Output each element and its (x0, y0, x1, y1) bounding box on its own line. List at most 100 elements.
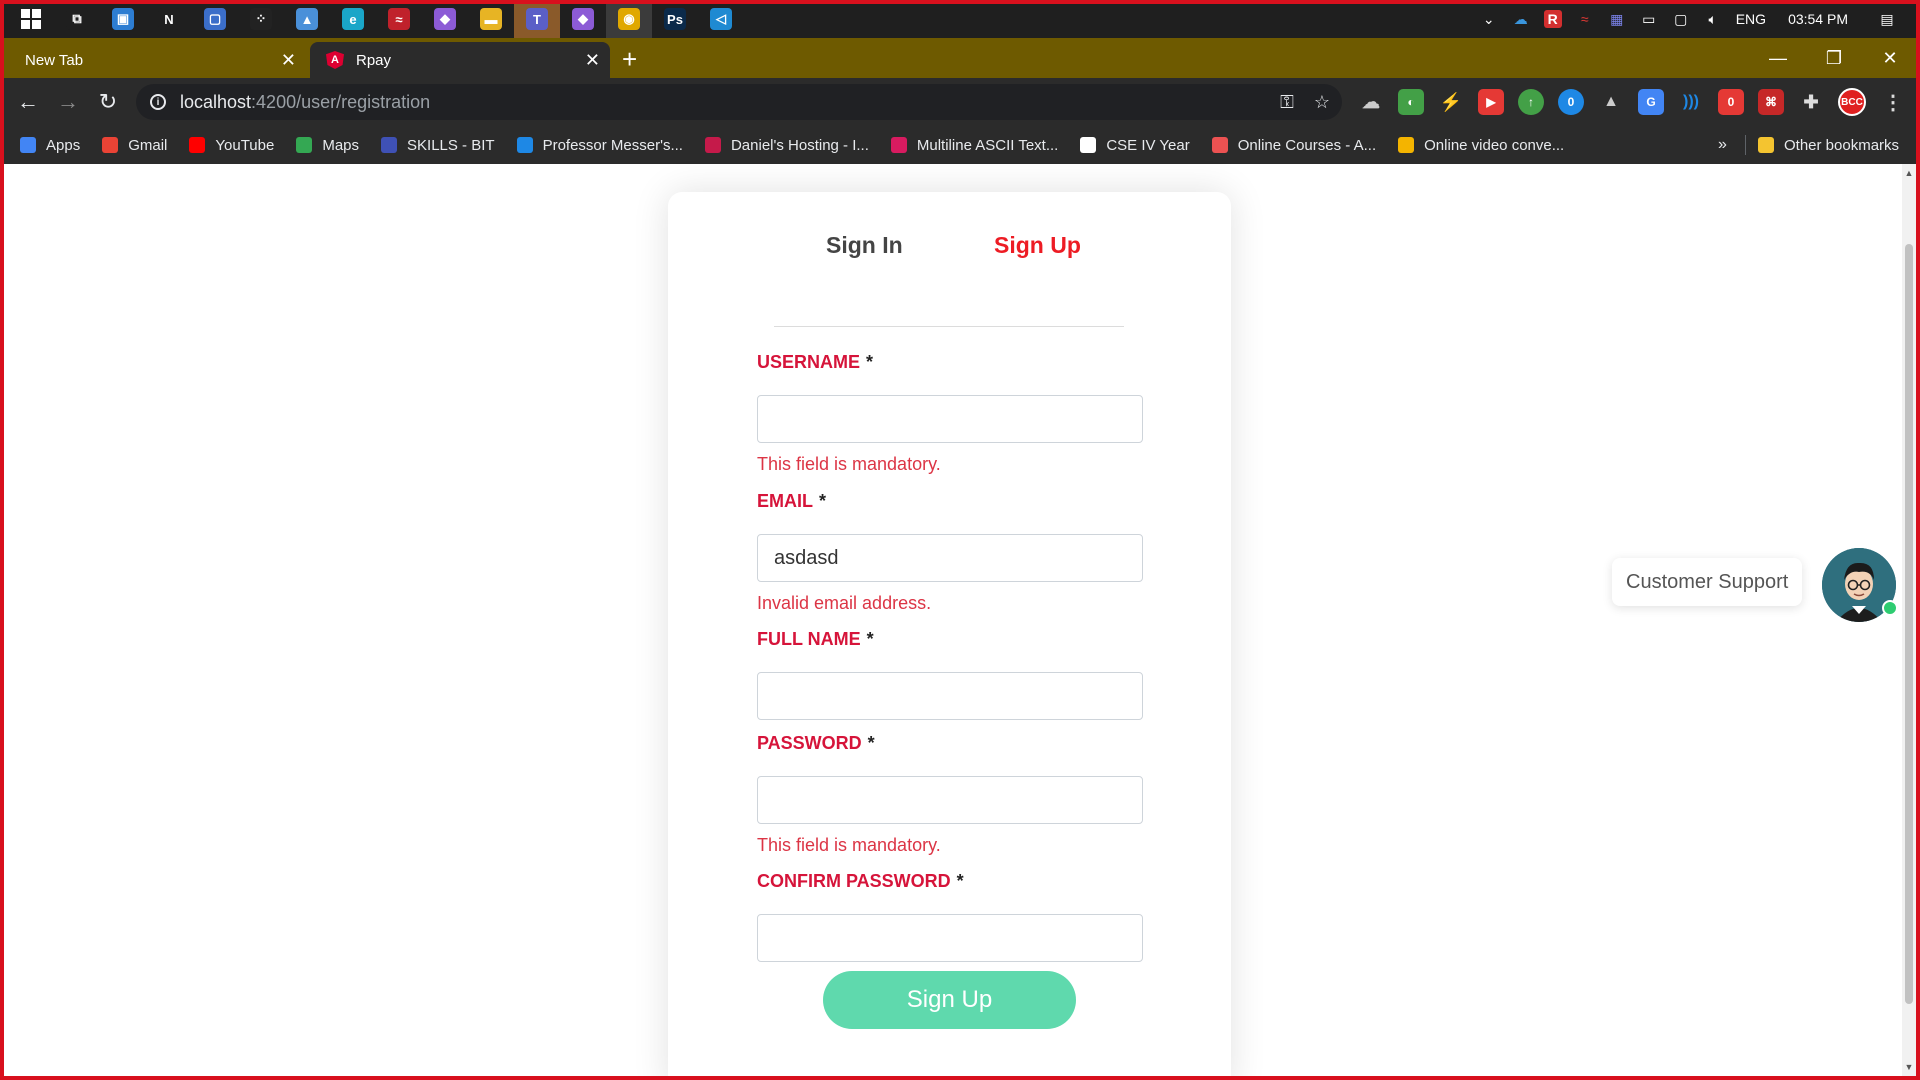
confirm-password-field: CONFIRM PASSWORD * (757, 871, 1143, 962)
menu-dots-icon[interactable]: ⋮ (1880, 89, 1906, 115)
back-button[interactable]: ← (8, 82, 48, 122)
more-bookmarks-button[interactable]: » (1718, 126, 1727, 164)
tab-sign-up[interactable]: Sign Up (994, 232, 1081, 259)
puzzle-icon[interactable]: ✚ (1798, 89, 1824, 115)
scroll-thumb[interactable] (1905, 244, 1913, 1004)
minimize-button[interactable]: — (1758, 38, 1798, 78)
taskbar-app[interactable]: ◆ (560, 0, 606, 38)
start-button[interactable] (8, 0, 54, 38)
app-red-tray-icon[interactable]: ≈ (1576, 10, 1594, 28)
star-icon[interactable]: ☆ (1314, 92, 1330, 113)
bolt-ext-icon[interactable]: ⚡ (1438, 89, 1464, 115)
battery-icon[interactable]: ▭ (1640, 10, 1658, 28)
close-icon[interactable]: ✕ (281, 50, 296, 71)
tab-new-tab[interactable]: New Tab ✕ (6, 42, 306, 78)
angular-icon: A (326, 51, 344, 69)
other-bookmarks-label: Other bookmarks (1784, 136, 1900, 154)
taskbar-app[interactable]: ⧉ (54, 0, 100, 38)
reload-button[interactable]: ↻ (88, 82, 128, 122)
username-input[interactable] (757, 395, 1143, 443)
close-icon[interactable]: ✕ (585, 50, 600, 71)
red-play-ext-icon[interactable]: ▶ (1478, 89, 1504, 115)
volume-icon[interactable]: 🔈︎ (1704, 10, 1722, 28)
taskbar-app[interactable]: Ps (652, 0, 698, 38)
taskbar-app[interactable]: e (330, 0, 376, 38)
adblock-ext-icon[interactable]: 0 (1718, 89, 1744, 115)
customer-support-bubble[interactable]: Customer Support (1612, 558, 1803, 606)
taskbar-app[interactable]: ◉ (606, 0, 652, 38)
youtube-icon (189, 137, 206, 153)
restore-button[interactable]: ❐ (1814, 38, 1854, 78)
colorful-ext-icon[interactable]: ◐ (1398, 89, 1424, 115)
scroll-up-arrow[interactable]: ▲ (1902, 166, 1916, 180)
bookmark-item[interactable]: Apps (20, 137, 80, 154)
chevron-up-icon[interactable]: ⌄ (1480, 10, 1498, 28)
app-r-icon[interactable]: R (1543, 10, 1562, 28)
clock[interactable]: 03:54 PM (1788, 11, 1848, 27)
taskbar-app[interactable]: ⁘ (238, 0, 284, 38)
forward-button[interactable]: → (48, 82, 88, 122)
translate-ext-icon[interactable]: G (1638, 89, 1664, 115)
visual-studio-icon: ◆ (434, 8, 456, 30)
info-icon[interactable]: i (150, 94, 166, 110)
bookmark-item[interactable]: Professor Messer's... (516, 137, 683, 154)
username-error: This field is mandatory. (757, 454, 941, 474)
bookmark-item[interactable]: Daniel's Hosting - I... (704, 137, 869, 154)
page-scrollbar[interactable]: ▲ ▼ (1902, 164, 1916, 1076)
bookmark-item[interactable]: Maps (296, 137, 359, 154)
photos-icon: ▲ (296, 8, 318, 30)
full-name-input[interactable] (757, 672, 1143, 720)
language-indicator[interactable]: ENG (1736, 11, 1766, 27)
url-path: :4200/user/registration (251, 91, 431, 112)
bookmark-item[interactable]: CSE IV Year (1080, 136, 1190, 154)
taskbar-app[interactable]: ▬ (468, 0, 514, 38)
pdf-ext-icon[interactable]: ⌘ (1758, 89, 1784, 115)
bookmark-item[interactable]: Online video conve... (1398, 137, 1564, 154)
taskbar-app[interactable]: T (514, 0, 560, 38)
email-input[interactable] (757, 534, 1143, 582)
taskbar-app[interactable]: ≈ (376, 0, 422, 38)
taskbar-app[interactable]: N (146, 0, 192, 38)
green-ext-icon[interactable]: ↑ (1518, 89, 1544, 115)
scroll-down-arrow[interactable]: ▼ (1902, 1060, 1916, 1074)
taskbar-app[interactable]: ▢ (192, 0, 238, 38)
gmail-icon (102, 137, 119, 153)
bookmark-item[interactable]: YouTube (189, 137, 274, 154)
notifications-icon[interactable]: ▤ (1878, 10, 1896, 28)
udemy-icon (1211, 137, 1228, 153)
profile-avatar[interactable]: BCC (1838, 88, 1866, 116)
new-tab-button[interactable]: + (622, 44, 637, 75)
username-field: USERNAME * This field is mandatory. (757, 352, 1143, 475)
tab-sign-in[interactable]: Sign In (826, 232, 903, 259)
confirm-password-input[interactable] (757, 914, 1143, 962)
folder-icon (1758, 137, 1774, 153)
bookmark-item[interactable]: Online Courses - A... (1211, 137, 1376, 154)
other-bookmarks[interactable]: Other bookmarks (1758, 126, 1899, 164)
app-red-icon: ≈ (388, 8, 410, 30)
taskbar-app[interactable]: ▲ (284, 0, 330, 38)
taskbar-app[interactable]: ▣ (100, 0, 146, 38)
tab-rpay[interactable]: A Rpay ✕ (310, 42, 610, 78)
network-icon[interactable]: ▢ (1672, 10, 1690, 28)
ghostery-ext-icon[interactable]: 0 (1558, 89, 1584, 115)
wave-ext-icon[interactable]: ))) (1678, 89, 1704, 115)
bookmark-label: Gmail (128, 136, 168, 154)
onedrive-icon[interactable]: ☁ (1512, 10, 1530, 28)
password-input[interactable] (757, 776, 1143, 824)
key-icon[interactable]: ⚿ (1280, 92, 1294, 113)
bookmark-label: CSE IV Year (1106, 136, 1190, 154)
bookmark-item[interactable]: Multiline ASCII Text... (890, 137, 1058, 154)
bookmark-item[interactable]: SKILLS - BIT (381, 137, 495, 154)
bookmark-item[interactable]: Gmail (102, 137, 167, 154)
cloud-ext-icon[interactable]: ☁ (1358, 89, 1384, 115)
drive-ext-icon[interactable]: ▲ (1598, 89, 1624, 115)
photoshop-icon: Ps (664, 8, 686, 30)
messer-icon (516, 137, 533, 153)
taskbar-app[interactable]: ◁ (698, 0, 744, 38)
sign-up-button[interactable]: Sign Up (823, 971, 1076, 1029)
address-bar[interactable]: i localhost:4200/user/registration ⚿ ☆ (136, 84, 1342, 120)
visual-studio-icon: ◆ (572, 8, 594, 30)
taskbar-app[interactable]: ◆ (422, 0, 468, 38)
teams-tray-icon[interactable]: ▦ (1608, 10, 1626, 28)
close-window-button[interactable]: ✕ (1870, 38, 1910, 78)
